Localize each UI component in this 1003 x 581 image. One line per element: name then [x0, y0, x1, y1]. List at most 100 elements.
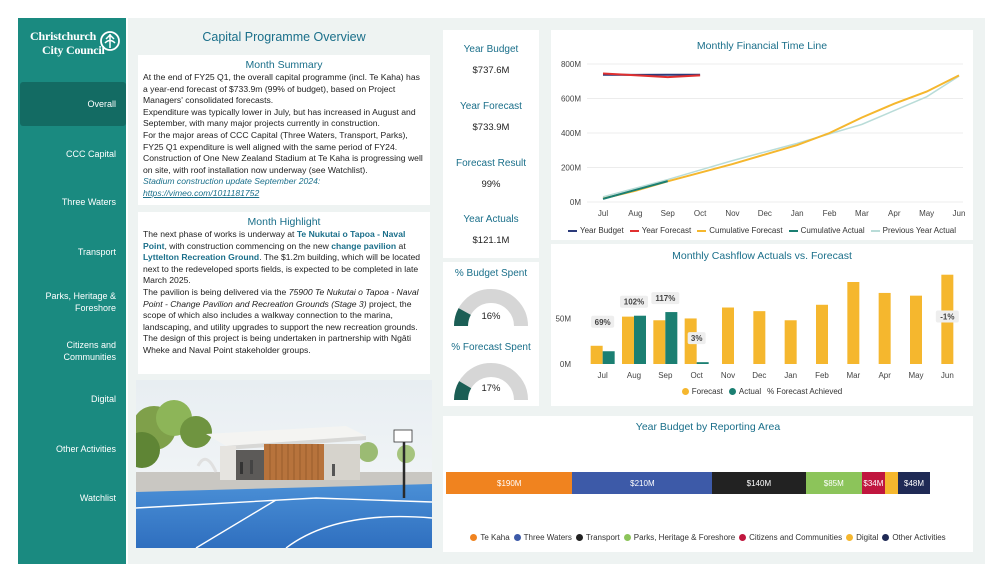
sidebar-item-three-waters[interactable]: Three Waters: [18, 182, 126, 222]
legend-actual: Actual: [728, 387, 761, 396]
x-tick-label: Apr: [888, 209, 901, 218]
month-highlight-text: The next phase of works is underway at T…: [138, 228, 430, 357]
cashflow-panel: Monthly Cashflow Actuals vs. Forecast 0M…: [551, 244, 973, 406]
x-tick-label: Jul: [598, 209, 608, 218]
x-tick-label: Aug: [628, 209, 642, 218]
highlight-change-pavilion: change pavilion: [331, 240, 397, 251]
x-tick-label: May: [919, 209, 934, 218]
sidebar-item-watchlist[interactable]: Watchlist: [18, 478, 126, 518]
x-tick-label: May: [908, 371, 923, 380]
summary-paragraph-2: Expenditure was typically lower in July,…: [143, 106, 416, 129]
forecast-bar: [910, 295, 922, 364]
legend-forecast: Forecast: [681, 387, 723, 396]
logo-line2: City Council: [42, 43, 105, 57]
legend-swatch: [623, 534, 631, 541]
budget-spent-label: % Budget Spent: [454, 268, 528, 279]
month-highlight-title: Month Highlight: [247, 216, 321, 228]
stack-segment-transport[interactable]: $140M: [712, 472, 806, 494]
year-forecast-label: Year Forecast: [460, 101, 522, 112]
logo-emblem-icon: [100, 31, 120, 51]
legend-cumulative-actual-label: Cumulative Actual: [800, 226, 865, 235]
stadium-update-link[interactable]: https://vimeo.com/1011181752: [143, 188, 259, 198]
pct-achieved-label: 102%: [624, 298, 644, 307]
legend-year-forecast-label: Year Forecast: [641, 226, 692, 235]
x-tick-label: Dec: [752, 371, 766, 380]
legend-year-budget: Year Budget: [567, 226, 624, 235]
legend-year-budget-label: Year Budget: [579, 226, 624, 235]
legend-label: Other Activities: [892, 533, 946, 542]
forecast-bar: [653, 320, 666, 364]
series-line-previous-year-actual: [602, 75, 960, 198]
stack-segment-other-activities[interactable]: $48M: [898, 472, 930, 494]
actual-bar: [602, 351, 615, 364]
year-budget-label: Year Budget: [463, 44, 519, 55]
y-tick-label: 0M: [570, 198, 581, 207]
forecast-bar: [816, 304, 828, 364]
month-summary-title: Month Summary: [245, 59, 323, 71]
forecast-bar: [722, 307, 734, 364]
x-tick-label: Oct: [694, 209, 707, 218]
legend-te-kaha: Te Kaha: [470, 533, 510, 542]
stack-segment-citizens-and-communities[interactable]: $34M: [862, 472, 885, 494]
y-tick-label: 600M: [561, 95, 581, 104]
highlight-paragraph-2: The pavilion is being delivered via the …: [143, 287, 425, 357]
gauge-panel: % Budget Spent 16% % Forecast Spent 17%: [443, 262, 539, 406]
highlight-text-5: The pavilion is being delivered via the: [143, 286, 289, 297]
sidebar-item-overall[interactable]: Overall: [20, 82, 126, 126]
stack-segment-te-kaha[interactable]: $190M: [446, 472, 573, 494]
forecast-bar: [622, 316, 634, 364]
financial-timeline-title: Monthly Financial Time Line: [696, 40, 828, 52]
x-tick-label: Nov: [721, 371, 735, 380]
forecast-result-label: Forecast Result: [455, 158, 527, 169]
legend-swatch: [739, 534, 747, 541]
year-actuals-label: Year Actuals: [463, 214, 519, 225]
x-tick-label: Dec: [758, 209, 772, 218]
forecast-bar: [784, 320, 797, 364]
budget-by-area-bar: $190M $210M $140M $85M $34M $48M: [446, 472, 930, 494]
pct-achieved-label: 3%: [691, 334, 703, 343]
year-forecast-value: $733.9M: [472, 122, 510, 133]
legend-previous-year-actual-label: Previous Year Actual: [882, 226, 957, 235]
actual-bar: [634, 315, 646, 364]
sidebar-item-ccc-capital[interactable]: CCC Capital: [18, 134, 126, 174]
stack-segment-digital[interactable]: [884, 472, 899, 494]
x-tick-label: Jun: [953, 209, 966, 218]
sidebar-item-citizens[interactable]: Citizens and Communities: [18, 331, 126, 371]
kpi-panel: Year Budget $737.6M Year Forecast $733.9…: [443, 30, 539, 258]
y-tick-label: 200M: [561, 164, 581, 173]
pavilion-illustration: [136, 380, 432, 548]
forecast-spent-label: % Forecast Spent: [451, 342, 531, 353]
sidebar-item-transport[interactable]: Transport: [18, 232, 126, 272]
highlight-text-2: , with construction commencing on the ne…: [164, 240, 332, 251]
year-actuals-value: $121.1M: [472, 235, 510, 246]
stadium-update-label: Stadium construction update September 20…: [143, 176, 321, 187]
forecast-bar: [878, 292, 891, 364]
x-tick-label: Oct: [690, 371, 703, 380]
x-tick-label: Jan: [791, 209, 804, 218]
financial-timeline-panel: Monthly Financial Time Line 0M 200M 400M 60…: [551, 30, 973, 240]
pct-achieved-label: 117%: [655, 294, 675, 303]
page-title: Capital Programme Overview: [202, 30, 366, 44]
highlight-text-1: The next phase of works is underway at: [143, 229, 297, 239]
budget-spent-value: 16%: [481, 311, 501, 322]
sidebar-item-parks[interactable]: Parks, Heritage & Foreshore: [18, 282, 126, 322]
series-line-cumulative-actual: [602, 180, 668, 200]
x-tick-label: Feb: [815, 371, 829, 380]
sidebar-item-other-activities[interactable]: Other Activities: [18, 429, 126, 469]
legend-other-activities: Other Activities: [882, 533, 946, 542]
logo-line1: Christchurch: [30, 29, 97, 43]
x-tick-label: Jul: [598, 371, 608, 380]
forecast-bar: [753, 311, 766, 364]
summary-paragraph-4: Construction of One New Zealand Stadium …: [143, 153, 423, 175]
legend-cumulative-forecast: Cumulative Forecast: [697, 226, 783, 235]
pct-achieved-label: -1%: [940, 312, 954, 321]
forecast-bar: [590, 345, 603, 364]
y-tick-label: 0M: [560, 360, 571, 369]
legend-swatch: [882, 534, 890, 541]
stack-segment-three-waters[interactable]: $210M: [572, 472, 713, 494]
sidebar-item-digital[interactable]: Digital: [18, 379, 126, 419]
stadium-update-link-row: Stadium construction update September 20…: [143, 176, 425, 199]
stack-segment-parks-heritage-foreshore[interactable]: $85M: [805, 472, 863, 494]
x-tick-label: Feb: [823, 209, 837, 218]
x-tick-label: Mar: [846, 371, 860, 380]
